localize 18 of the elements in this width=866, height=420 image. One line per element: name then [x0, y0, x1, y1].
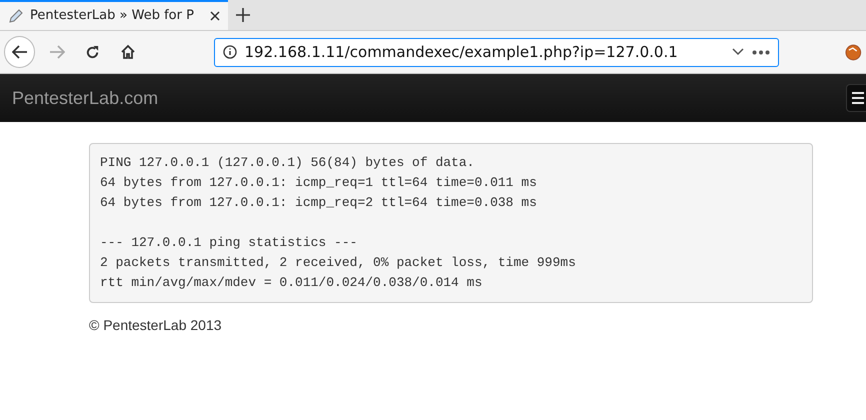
dropdown-icon[interactable]: [732, 48, 744, 56]
more-icon[interactable]: [752, 50, 770, 54]
reload-icon: [84, 44, 100, 60]
back-button[interactable]: [4, 36, 36, 68]
info-icon: [222, 45, 237, 59]
pencil-icon: [8, 8, 24, 24]
back-arrow-icon: [12, 45, 28, 59]
address-bar[interactable]: 192.168.1.11/commandexec/example1.php?ip=127.0.0.1: [214, 38, 780, 66]
footer-text: © PentesterLab 2013: [89, 316, 223, 335]
home-icon: [120, 44, 136, 60]
close-icon[interactable]: [210, 11, 220, 21]
menu-button[interactable]: [846, 84, 866, 112]
plus-icon[interactable]: [236, 8, 250, 22]
extension-icon[interactable]: [845, 44, 862, 60]
command-output: PING 127.0.0.1 (127.0.0.1) 56(84) bytes of data. 64 bytes from 127.0.0.1: icmp_req=1 ttl=64 time=0.011 ms 64 bytes from 127.0.0.1: icmp_req=2 ttl=64 time=0.038 ms --- 127.0.0.1 ping statistics --- 2 packets transmitted, 2 received, 0% packet loss, time 999ms rtt min/avg/max/mdev = 0.011/0.024/0.038/0.014 ms: [89, 143, 813, 303]
forward-arrow-icon: [49, 45, 66, 59]
site-brand-link[interactable]: PentesterLab.com: [12, 84, 158, 112]
browser-tab[interactable]: PentesterLab » Web for P: [0, 0, 228, 30]
